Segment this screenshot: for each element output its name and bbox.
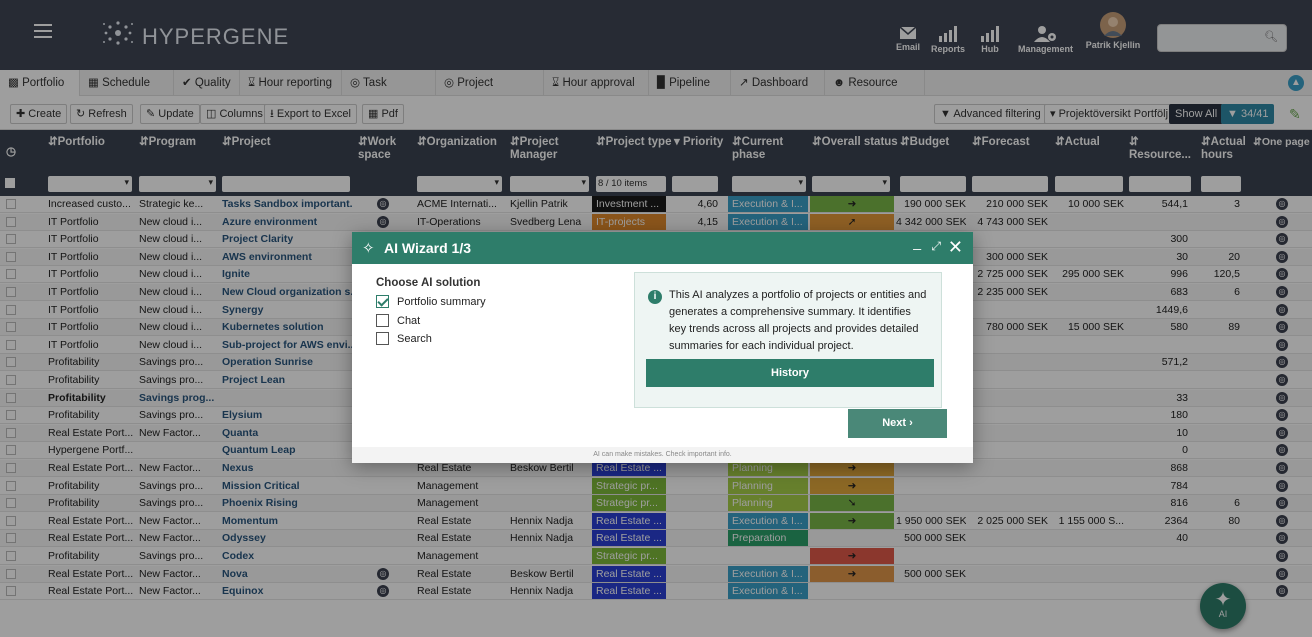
choose-solution-label: Choose AI solution — [376, 277, 481, 289]
next-button[interactable]: Next › — [848, 409, 947, 438]
info-text: This AI analyzes a portfolio of projects… — [669, 289, 927, 352]
dialog-header: ✧ AI Wizard 1/3 _ ⤢ ✕ — [352, 232, 973, 264]
minimize-icon[interactable]: _ — [913, 234, 921, 250]
close-icon[interactable]: ✕ — [948, 237, 963, 258]
chat-checkbox[interactable] — [376, 314, 389, 327]
ai-wizard-dialog: ✧ AI Wizard 1/3 _ ⤢ ✕ Choose AI solution… — [352, 232, 973, 463]
sparkle-icon: ✧ — [362, 240, 375, 257]
dialog-title: AI Wizard 1/3 — [384, 240, 472, 256]
chat-label: Chat — [397, 315, 421, 327]
search-label: Search — [397, 333, 432, 345]
search-checkbox[interactable] — [376, 332, 389, 345]
history-button[interactable]: History — [646, 359, 934, 387]
info-panel: i This AI analyzes a portfolio of projec… — [634, 272, 942, 408]
maximize-icon[interactable]: ⤢ — [931, 239, 941, 254]
portfolio-summary-checkbox[interactable] — [376, 295, 389, 308]
info-icon: i — [648, 290, 662, 304]
portfolio-summary-label: Portfolio summary — [397, 296, 486, 308]
ai-disclaimer: AI can make mistakes. Check important in… — [352, 447, 973, 463]
